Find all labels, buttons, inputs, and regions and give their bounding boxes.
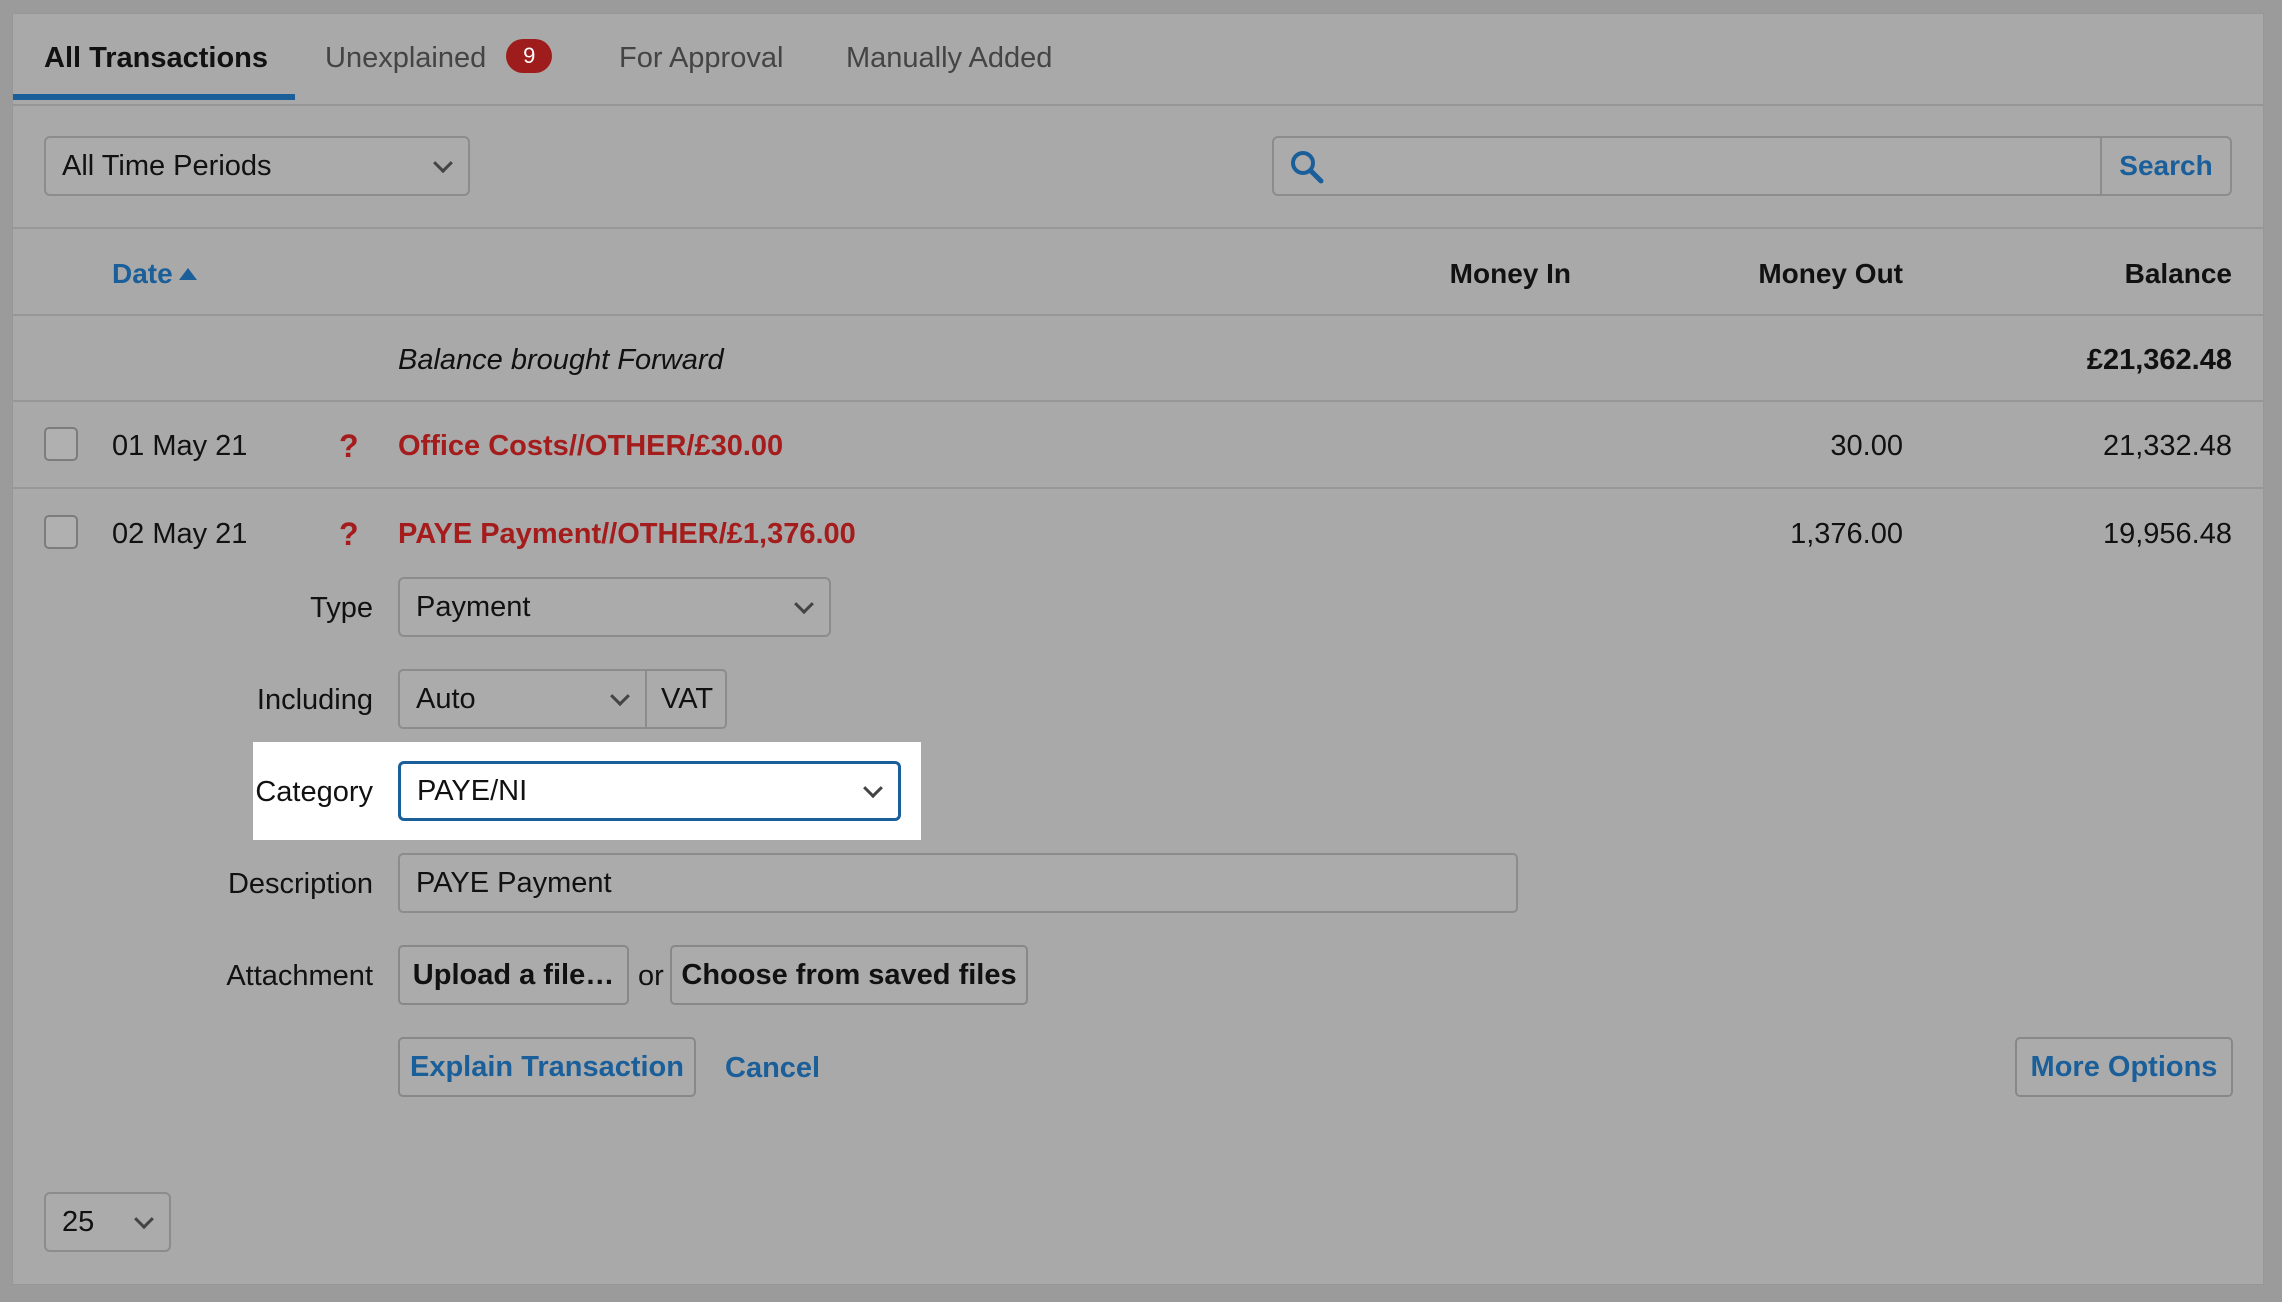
per-page-value: 25 <box>62 1205 95 1238</box>
description-field[interactable]: PAYE Payment <box>398 853 1518 913</box>
transaction-description-link[interactable]: Office Costs//OTHER/£30.00 <box>398 430 783 463</box>
more-options-button[interactable]: More Options <box>2015 1037 2233 1097</box>
chevron-down-icon <box>433 153 453 174</box>
tab-unexplained[interactable]: Unexplained 9 <box>325 39 553 76</box>
search-input[interactable] <box>1344 138 2100 194</box>
unexplained-count-badge: 9 <box>506 39 553 74</box>
divider <box>13 487 2263 489</box>
row-balance: 21,332.48 <box>2102 430 2232 462</box>
row-checkbox[interactable] <box>44 427 78 461</box>
time-period-select[interactable]: All Time Periods <box>44 136 470 196</box>
upload-file-button[interactable]: Upload a file… <box>398 945 629 1005</box>
tab-label: Unexplained <box>325 42 487 74</box>
search-box: Search <box>1272 136 2232 196</box>
tab-for-approval[interactable]: For Approval <box>619 42 783 75</box>
choose-saved-files-button[interactable]: Choose from saved files <box>670 945 1028 1005</box>
chevron-down-icon <box>794 594 814 615</box>
including-select[interactable]: Auto <box>398 669 647 729</box>
chevron-down-icon <box>610 686 630 707</box>
sort-ascending-icon <box>178 268 197 280</box>
type-value: Payment <box>416 590 531 623</box>
search-icon <box>1290 150 1324 189</box>
tab-label: All Transactions <box>44 42 269 74</box>
divider <box>13 400 2263 402</box>
type-select[interactable]: Payment <box>398 577 831 637</box>
row-money-out: 30.00 <box>1830 430 1903 462</box>
brought-forward-balance: £21,362.48 <box>2086 344 2232 376</box>
time-period-value: All Time Periods <box>62 149 272 182</box>
chevron-down-icon <box>863 778 883 799</box>
divider <box>13 227 2263 229</box>
unexplained-question-icon: ? <box>339 428 359 464</box>
vat-addon: VAT <box>645 669 727 729</box>
category-select[interactable]: PAYE/NI <box>398 761 901 821</box>
tab-manually-added[interactable]: Manually Added <box>846 42 1052 75</box>
attachment-label: Attachment <box>226 960 373 992</box>
tab-label: Manually Added <box>846 42 1053 74</box>
tab-bar: All Transactions Unexplained 9 For Approv… <box>13 14 2263 106</box>
row-date: 02 May 21 <box>112 518 248 550</box>
row-checkbox[interactable] <box>44 515 78 549</box>
category-label: Category <box>255 776 373 808</box>
including-value: Auto <box>416 682 476 715</box>
active-tab-indicator <box>13 94 295 100</box>
tab-all-transactions[interactable]: All Transactions <box>44 42 268 75</box>
row-date: 01 May 21 <box>112 430 248 462</box>
tab-label: For Approval <box>619 42 784 74</box>
type-label: Type <box>310 592 373 624</box>
balance-column-header: Balance <box>2124 258 2232 289</box>
description-label: Description <box>227 868 373 900</box>
explain-transaction-button[interactable]: Explain Transaction <box>398 1037 696 1097</box>
cancel-link[interactable]: Cancel <box>725 1052 820 1085</box>
including-label: Including <box>256 684 373 716</box>
date-column-header[interactable]: Date <box>112 258 197 290</box>
per-page-select[interactable]: 25 <box>44 1192 171 1252</box>
or-separator: or <box>638 960 664 992</box>
chevron-down-icon <box>134 1209 154 1230</box>
search-button[interactable]: Search <box>2100 138 2230 194</box>
date-header-label: Date <box>112 258 173 289</box>
transaction-description-link[interactable]: PAYE Payment//OTHER/£1,376.00 <box>398 518 856 551</box>
divider <box>13 314 2263 316</box>
row-balance: 19,956.48 <box>2102 518 2232 550</box>
money-out-column-header: Money Out <box>1758 258 1903 289</box>
unexplained-question-icon: ? <box>339 516 359 552</box>
money-in-column-header: Money In <box>1449 258 1571 289</box>
row-money-out: 1,376.00 <box>1790 518 1903 550</box>
category-value: PAYE/NI <box>417 774 528 807</box>
balance-brought-forward-label: Balance brought Forward <box>398 344 724 376</box>
transactions-panel: All Transactions Unexplained 9 For Approv… <box>12 13 2264 1285</box>
